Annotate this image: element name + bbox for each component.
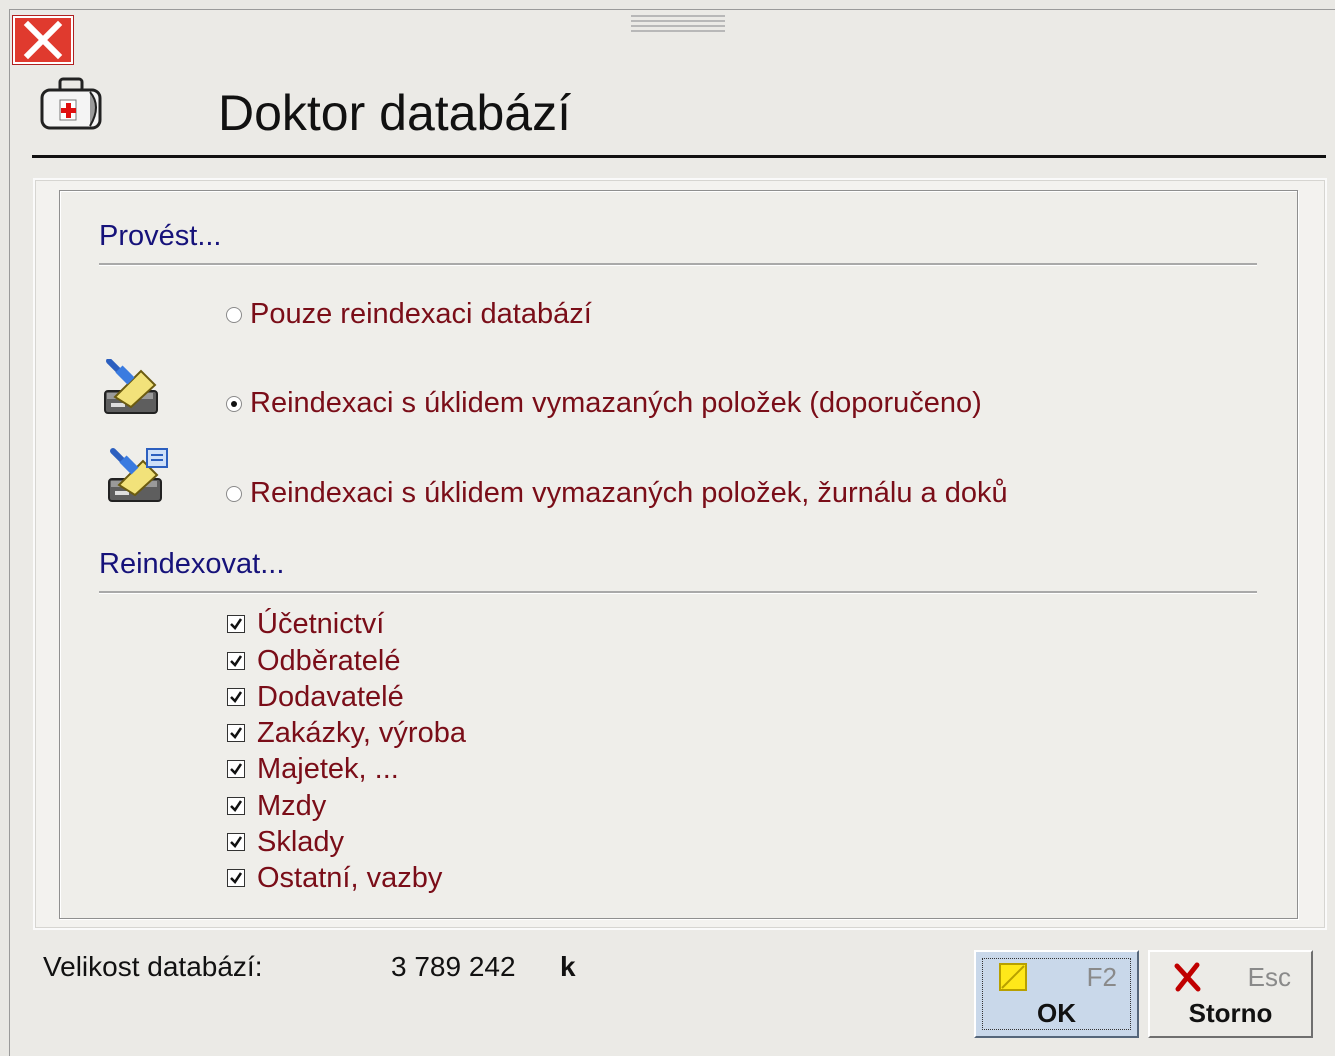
check-icon: [230, 800, 243, 812]
check-icon: [230, 727, 243, 739]
checkbox-dodavatele[interactable]: Dodavatelé: [227, 679, 404, 715]
section-title-reindex: Reindexovat...: [99, 548, 285, 580]
checkbox[interactable]: [227, 869, 245, 887]
drag-grip[interactable]: [631, 15, 725, 35]
cancel-label: Storno: [1188, 998, 1273, 1028]
checkbox-label: Mzdy: [257, 789, 327, 822]
checkbox-zakazky-vyroba[interactable]: Zakázky, výroba: [227, 715, 466, 751]
checkbox-sklady[interactable]: Sklady: [227, 824, 344, 860]
checkbox-label: Zakázky, výroba: [257, 716, 466, 749]
checkbox-label: Ostatní, vazby: [257, 861, 443, 894]
database-size-unit: k: [560, 951, 576, 982]
section-divider-reindex: [99, 591, 1257, 594]
checkbox-label: Sklady: [257, 825, 345, 858]
checkbox-label: Odběratelé: [257, 644, 401, 677]
check-icon: [230, 763, 243, 775]
radio-option-reindex-cleanup[interactable]: Reindexaci s úklidem vymazaných položek …: [226, 387, 982, 420]
check-icon: [230, 836, 243, 848]
checkbox-label: Dodavatelé: [257, 680, 404, 713]
ok-label: OK: [1037, 998, 1076, 1028]
broom-database-journal-icon: [108, 448, 168, 502]
checkbox[interactable]: [227, 724, 245, 742]
checkbox[interactable]: [227, 797, 245, 815]
checkbox-odberatele[interactable]: Odběratelé: [227, 643, 401, 679]
radio-label: Pouze reindexaci databází: [250, 298, 592, 330]
database-size-label: Velikost databází:: [43, 951, 263, 982]
checkbox[interactable]: [227, 615, 245, 633]
database-size-value: 3 789 242: [391, 951, 516, 982]
close-button[interactable]: [12, 15, 74, 65]
check-icon: [230, 618, 243, 630]
checkbox-ostatni-vazby[interactable]: Ostatní, vazby: [227, 860, 442, 896]
radio-button[interactable]: [226, 395, 242, 412]
cancel-button[interactable]: Esc Storno: [1148, 950, 1313, 1038]
radio-button[interactable]: [226, 306, 242, 323]
radio-label: Reindexaci s úklidem vymazaných položek,…: [250, 477, 1008, 509]
check-icon: [230, 691, 243, 703]
radio-button[interactable]: [226, 485, 242, 502]
checkbox[interactable]: [227, 833, 245, 851]
cancel-shortcut: Esc: [1247, 962, 1291, 992]
yellow-flag-icon: [999, 963, 1027, 991]
radio-option-reindex-only[interactable]: Pouze reindexaci databází: [226, 298, 592, 331]
checkbox[interactable]: [227, 760, 245, 778]
checkbox-label: Majetek, ...: [257, 752, 399, 785]
close-icon: [23, 20, 63, 60]
red-x-icon: [1174, 962, 1201, 992]
checkbox[interactable]: [227, 652, 245, 670]
title-divider: [32, 155, 1326, 158]
checkbox-ucetnictvi[interactable]: Účetnictví: [227, 606, 384, 642]
doctor-bag-icon: [40, 77, 102, 130]
ok-button[interactable]: F2 OK: [974, 950, 1139, 1038]
page-title: Doktor databází: [218, 85, 571, 141]
section-title-perform: Provést...: [99, 220, 222, 252]
section-divider-perform: [99, 263, 1257, 266]
checkbox-mzdy[interactable]: Mzdy: [227, 788, 326, 824]
check-icon: [230, 872, 243, 884]
checkbox[interactable]: [227, 688, 245, 706]
radio-option-reindex-full-cleanup[interactable]: Reindexaci s úklidem vymazaných položek,…: [226, 477, 1008, 510]
checkbox-label: Účetnictví: [257, 607, 385, 640]
broom-database-icon: [104, 359, 158, 414]
checkbox-majetek[interactable]: Majetek, ...: [227, 751, 399, 787]
check-icon: [230, 655, 243, 667]
ok-shortcut: F2: [1086, 962, 1117, 992]
radio-label: Reindexaci s úklidem vymazaných položek …: [250, 387, 982, 419]
